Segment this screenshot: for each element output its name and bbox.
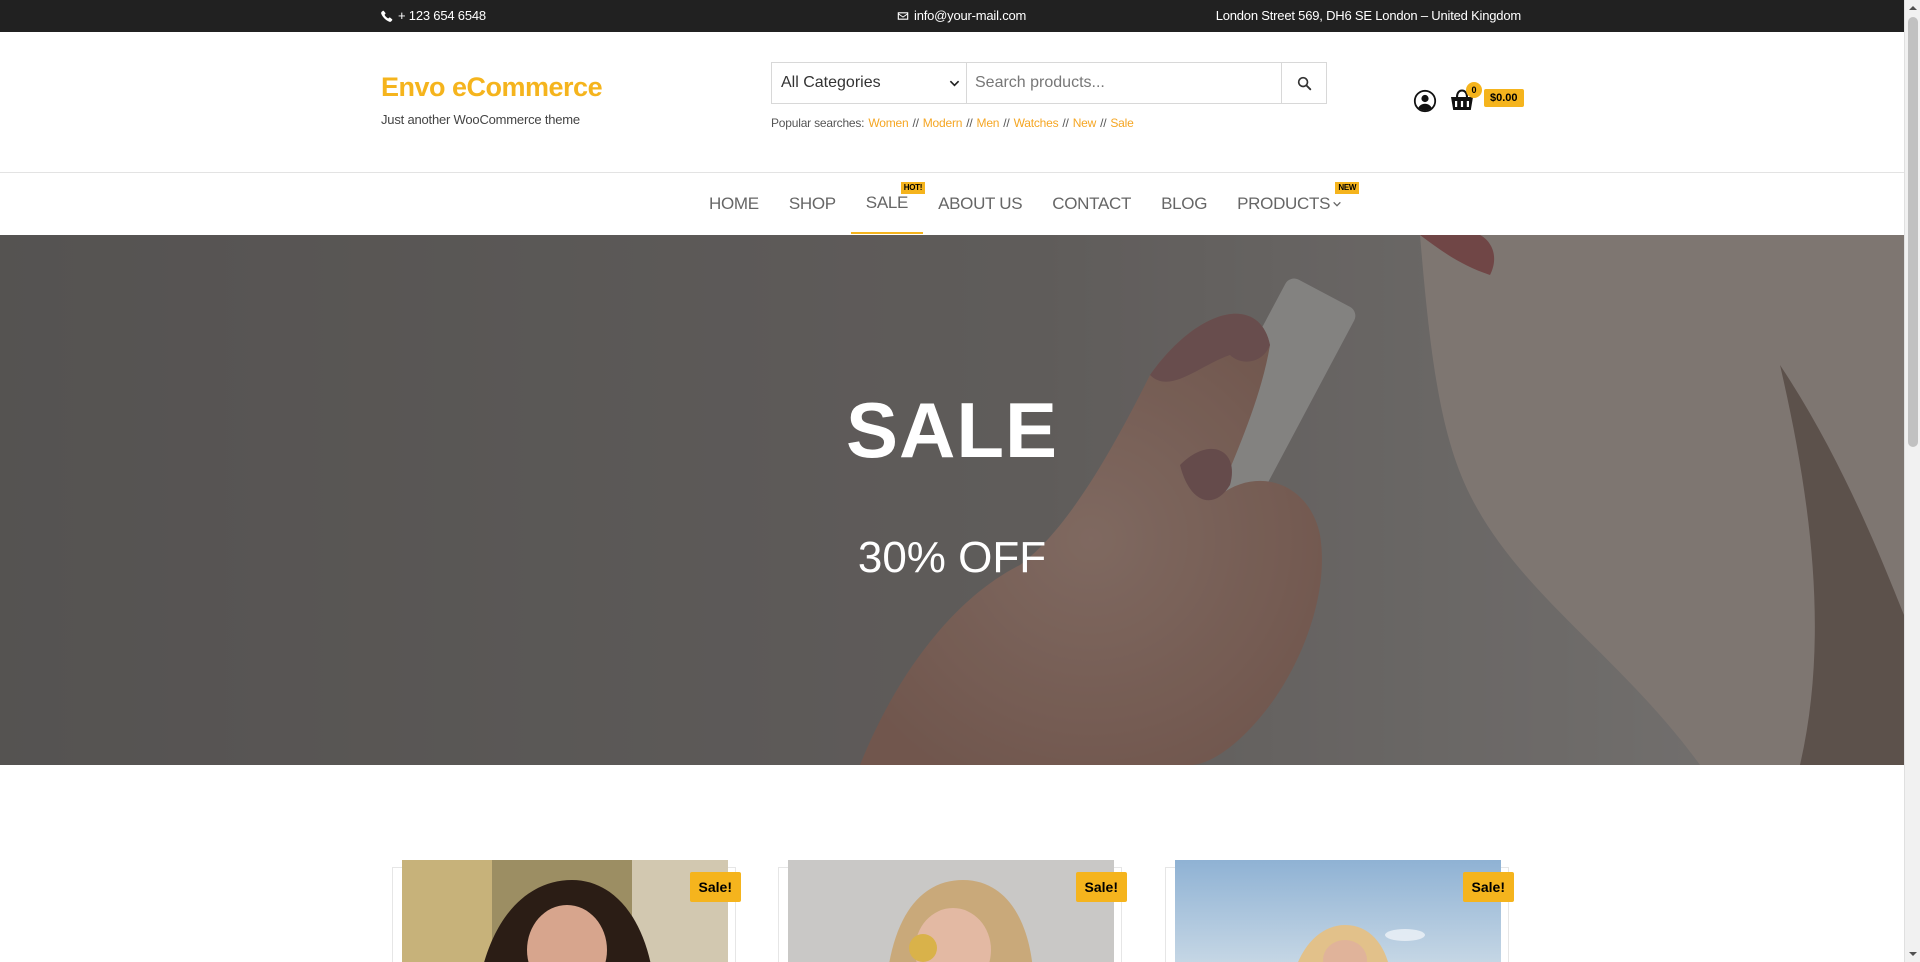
nav-label: SALE: [865, 193, 909, 212]
separator: //: [1062, 116, 1069, 130]
product-card[interactable]: Sale!: [1165, 860, 1514, 962]
top-bar: + 123 654 6548 info@your-mail.com London…: [0, 0, 1904, 32]
site-tagline: Just another WooCommerce theme: [381, 112, 580, 127]
page-scrollbar[interactable]: [1904, 0, 1920, 962]
popular-searches-label: Popular searches:: [771, 116, 865, 130]
category-select-value: All Categories: [781, 74, 881, 91]
products-section: Sale! Sale! Sale!: [0, 765, 1904, 962]
separator: //: [1100, 116, 1107, 130]
nav-item-home[interactable]: HOME: [694, 174, 774, 234]
nav-label: PRODUCTS: [1237, 194, 1331, 213]
product-image: [788, 860, 1114, 962]
chevron-down-icon: [949, 80, 960, 87]
topbar-email[interactable]: info@your-mail.com: [897, 8, 1026, 23]
phone-number: + 123 654 6548: [398, 8, 486, 23]
user-account-icon[interactable]: [1413, 89, 1437, 113]
site-title[interactable]: Envo eCommerce: [381, 72, 603, 103]
popular-search-men[interactable]: Men: [977, 116, 1000, 130]
envelope-icon: [897, 11, 909, 20]
nav-label: BLOG: [1161, 194, 1208, 213]
cart-count-badge: 0: [1466, 82, 1482, 98]
hot-badge: HOT!: [900, 182, 926, 194]
nav-label: SHOP: [788, 194, 836, 213]
nav-label: ABOUT US: [938, 194, 1023, 213]
separator: //: [966, 116, 973, 130]
caret-up-icon: [1909, 6, 1917, 10]
sale-badge: Sale!: [689, 872, 741, 902]
nav-label: HOME: [709, 194, 759, 213]
new-badge: NEW: [1335, 182, 1360, 194]
nav-item-shop[interactable]: SHOP: [774, 174, 851, 234]
product-image: [402, 860, 728, 962]
product-card[interactable]: Sale!: [778, 860, 1127, 962]
separator: //: [1003, 116, 1010, 130]
chevron-down-icon: [1333, 201, 1341, 207]
nav-item-products[interactable]: PRODUCTS NEW: [1222, 174, 1360, 234]
sale-badge: Sale!: [1462, 872, 1514, 902]
popular-search-modern[interactable]: Modern: [923, 116, 963, 130]
product-search-form: All Categories: [771, 62, 1327, 104]
topbar-address: London Street 569, DH6 SE London – Unite…: [1215, 8, 1522, 23]
hero-subtitle: 30% OFF: [857, 533, 1047, 582]
hero-overlay: [0, 235, 1904, 765]
phone-icon: [381, 10, 393, 22]
product-card[interactable]: Sale!: [392, 860, 741, 962]
search-button[interactable]: [1281, 63, 1326, 103]
email-address: info@your-mail.com: [914, 8, 1027, 23]
site-header: Envo eCommerce Just another WooCommerce …: [0, 32, 1904, 173]
topbar-phone[interactable]: + 123 654 6548: [381, 8, 486, 23]
cart-total[interactable]: $0.00: [1484, 89, 1524, 107]
nav-item-about-us[interactable]: ABOUT US: [923, 174, 1037, 234]
search-icon: [1297, 76, 1311, 90]
scroll-up-arrow[interactable]: [1905, 0, 1920, 16]
nav-label: CONTACT: [1052, 194, 1132, 213]
product-image: [1175, 860, 1501, 962]
category-select[interactable]: All Categories: [772, 63, 967, 103]
scroll-down-arrow[interactable]: [1905, 946, 1920, 962]
popular-searches: Popular searches: Women // Modern // Men…: [771, 116, 1134, 130]
popular-search-women[interactable]: Women: [868, 116, 908, 130]
separator: //: [912, 116, 919, 130]
address-text: London Street 569, DH6 SE London – Unite…: [1215, 8, 1522, 23]
nav-item-contact[interactable]: CONTACT: [1037, 174, 1146, 234]
sale-badge: Sale!: [1075, 872, 1127, 902]
nav-item-sale[interactable]: SALE HOT!: [850, 174, 926, 234]
hero-banner[interactable]: SALE 30% OFF: [0, 235, 1904, 765]
nav-item-blog[interactable]: BLOG: [1146, 174, 1222, 234]
search-input[interactable]: [967, 63, 1281, 103]
popular-search-sale[interactable]: Sale: [1110, 116, 1133, 130]
caret-down-icon: [1909, 952, 1917, 956]
main-navigation: HOME SHOP SALE HOT! ABOUT US CONTACT BLO…: [0, 174, 1904, 234]
scrollbar-thumb[interactable]: [1908, 17, 1918, 447]
popular-search-watches[interactable]: Watches: [1014, 116, 1059, 130]
popular-search-new[interactable]: New: [1073, 116, 1097, 130]
hero-title: SALE: [845, 386, 1059, 474]
